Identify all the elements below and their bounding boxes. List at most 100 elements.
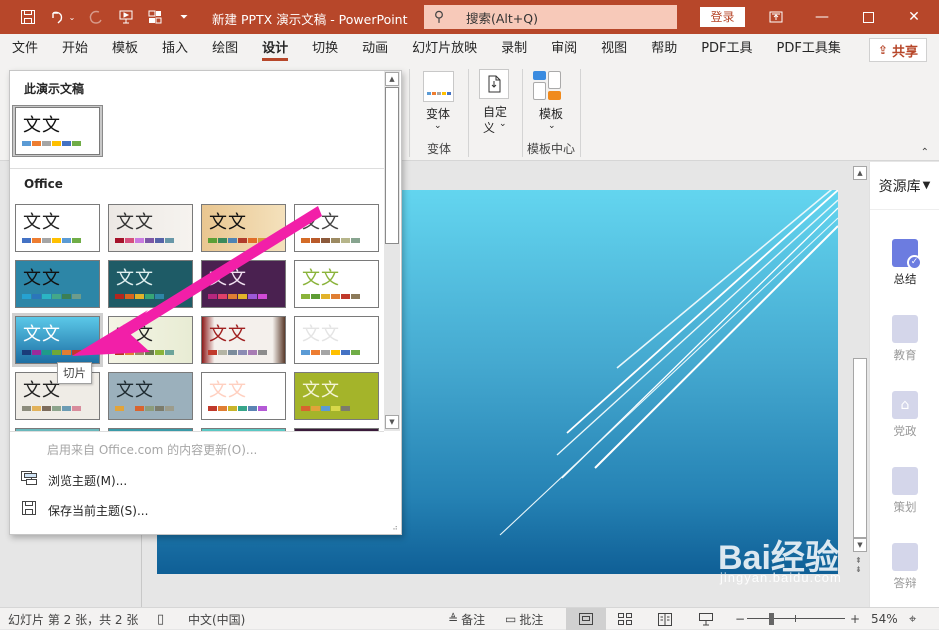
tab-record[interactable]: 录制 [489, 34, 539, 64]
resource-item-label: 教育 [893, 348, 917, 362]
vertical-scrollbar[interactable]: ▲ ▼ ⇞ ⇟ [853, 166, 867, 576]
theme-thumbnail[interactable]: 文文 [108, 316, 193, 364]
tab-home[interactable]: 开始 [50, 34, 100, 64]
search-box[interactable]: ⚲ 搜索(Alt+Q) [424, 5, 677, 29]
variants-button[interactable] [423, 71, 454, 102]
customize-label-1[interactable]: 自定 [483, 103, 507, 120]
undo-dropdown-icon[interactable]: ⌄ [66, 6, 78, 28]
resource-panel-header[interactable]: 资源库 ▼ [870, 162, 939, 210]
color-swatch [331, 350, 340, 355]
tab-pdf-tools[interactable]: PDF工具 [689, 34, 764, 64]
tab-file[interactable]: 文件 [0, 34, 50, 64]
notes-button[interactable]: ≜ 备注 [448, 608, 485, 630]
slideshow-button[interactable] [699, 608, 713, 630]
present-from-start-icon[interactable] [115, 6, 137, 28]
tab-templates[interactable]: 模板 [100, 34, 150, 64]
theme-color-swatches [115, 238, 174, 243]
theme-thumbnail[interactable]: 文文 [201, 260, 286, 308]
divider [10, 431, 384, 432]
color-swatch [351, 238, 360, 243]
slide-sorter-button[interactable] [618, 608, 632, 630]
normal-view-button[interactable] [566, 608, 606, 630]
menu-browse-themes[interactable]: 浏览主题(M)... [20, 471, 127, 489]
resize-grip-icon[interactable]: ⠴ [392, 523, 398, 532]
theme-thumbnail[interactable]: 文文 [294, 372, 379, 420]
variants-group-label: 变体 [426, 142, 451, 156]
tab-help[interactable]: 帮助 [639, 34, 689, 64]
maximize-button[interactable] [845, 0, 891, 34]
scroll-thumb[interactable] [853, 358, 867, 538]
minimize-button[interactable]: — [799, 0, 845, 34]
gallery-scroll-down[interactable]: ▼ [385, 415, 399, 429]
templates-label[interactable]: 模板 [539, 105, 563, 122]
scroll-down-button[interactable]: ▼ [853, 538, 867, 552]
resource-item-education[interactable]: 教育 [870, 315, 939, 363]
close-button[interactable]: ✕ [891, 0, 937, 34]
login-button[interactable]: 登录 [700, 7, 745, 27]
accessibility-icon[interactable]: ▯ [157, 608, 164, 630]
fit-to-window-icon[interactable]: ⌖ [909, 608, 916, 630]
zoom-in-button[interactable]: + [850, 608, 860, 630]
ribbon-separator [580, 69, 581, 157]
theme-thumbnail[interactable]: 文文 [108, 372, 193, 420]
gallery-scroll-up[interactable]: ▲ [385, 72, 399, 86]
menu-save-current-theme[interactable]: 保存当前主题(S)... [20, 501, 148, 519]
tab-animations[interactable]: 动画 [350, 34, 400, 64]
theme-thumbnail[interactable]: 文文 [15, 260, 100, 308]
theme-thumbnail[interactable]: 文文 [294, 316, 379, 364]
color-swatch [22, 406, 31, 411]
undo-icon[interactable] [47, 6, 67, 28]
resource-item-planning[interactable]: 策划 [870, 467, 939, 515]
color-swatch [301, 294, 310, 299]
layout-icon[interactable] [144, 6, 166, 28]
ribbon-separator [468, 69, 469, 157]
share-button[interactable]: ⇪ 共享 [868, 38, 927, 62]
current-theme-thumbnail[interactable]: 文文 [15, 107, 100, 155]
customize-label-2[interactable]: 义 [483, 119, 495, 136]
theme-thumbnail[interactable]: 文文 [294, 260, 379, 308]
tab-insert[interactable]: 插入 [150, 34, 200, 64]
save-icon[interactable] [17, 6, 39, 28]
customize-qat-icon[interactable]: ⏷ [173, 6, 195, 28]
language-status[interactable]: 中文(中国) [188, 608, 245, 630]
gallery-scrollbar[interactable]: ▲ ▼ [384, 71, 400, 431]
zoom-slider-thumb[interactable] [768, 613, 774, 625]
ribbon-display-options-icon[interactable] [753, 0, 799, 34]
comments-button[interactable]: ▭ 批注 [505, 608, 543, 630]
theme-thumbnail[interactable]: 文文 [108, 260, 193, 308]
collapse-ribbon-icon[interactable]: ⌃ [921, 147, 929, 158]
zoom-out-button[interactable]: − [735, 608, 745, 630]
comment-icon: ▭ [505, 612, 517, 626]
gallery-scroll-thumb[interactable] [385, 87, 399, 244]
resource-item-summary[interactable]: ✓ 总结 [870, 239, 939, 287]
tab-slideshow[interactable]: 幻灯片放映 [400, 34, 489, 64]
theme-thumbnail[interactable]: 文文 [201, 316, 286, 364]
tab-view[interactable]: 视图 [589, 34, 639, 64]
theme-thumbnail[interactable]: 文文 [12, 313, 103, 367]
variants-label[interactable]: 变体 [426, 105, 450, 122]
theme-thumbnail[interactable]: 文文 [201, 204, 286, 252]
resource-item-government[interactable]: ⌂ 党政 [870, 391, 939, 439]
zoom-slider[interactable] [745, 608, 847, 630]
tab-transitions[interactable]: 切换 [300, 34, 350, 64]
color-swatch [351, 350, 360, 355]
theme-thumbnail[interactable]: 文文 [201, 372, 286, 420]
zoom-level[interactable]: 54% [871, 608, 898, 630]
color-swatch [341, 238, 350, 243]
theme-thumbnail[interactable]: 文文 [15, 204, 100, 252]
tab-design[interactable]: 设计 [250, 34, 300, 64]
color-swatch [331, 294, 340, 299]
scroll-up-button[interactable]: ▲ [853, 166, 867, 180]
reading-view-button[interactable] [658, 608, 672, 630]
slide-size-icon[interactable] [479, 69, 509, 99]
resource-item-defense[interactable]: 答辩 [870, 543, 939, 591]
theme-thumbnail[interactable]: 文文 [294, 204, 379, 252]
tab-pdf-toolset[interactable]: PDF工具集 [765, 34, 853, 64]
templates-icon[interactable] [533, 71, 563, 101]
color-swatch [32, 141, 41, 146]
prev-next-slide-icon[interactable]: ⇞ ⇟ [855, 556, 862, 574]
tab-draw[interactable]: 绘图 [200, 34, 250, 64]
tab-review[interactable]: 审阅 [539, 34, 589, 64]
redo-icon[interactable] [85, 6, 107, 28]
theme-thumbnail[interactable]: 文文 [108, 204, 193, 252]
